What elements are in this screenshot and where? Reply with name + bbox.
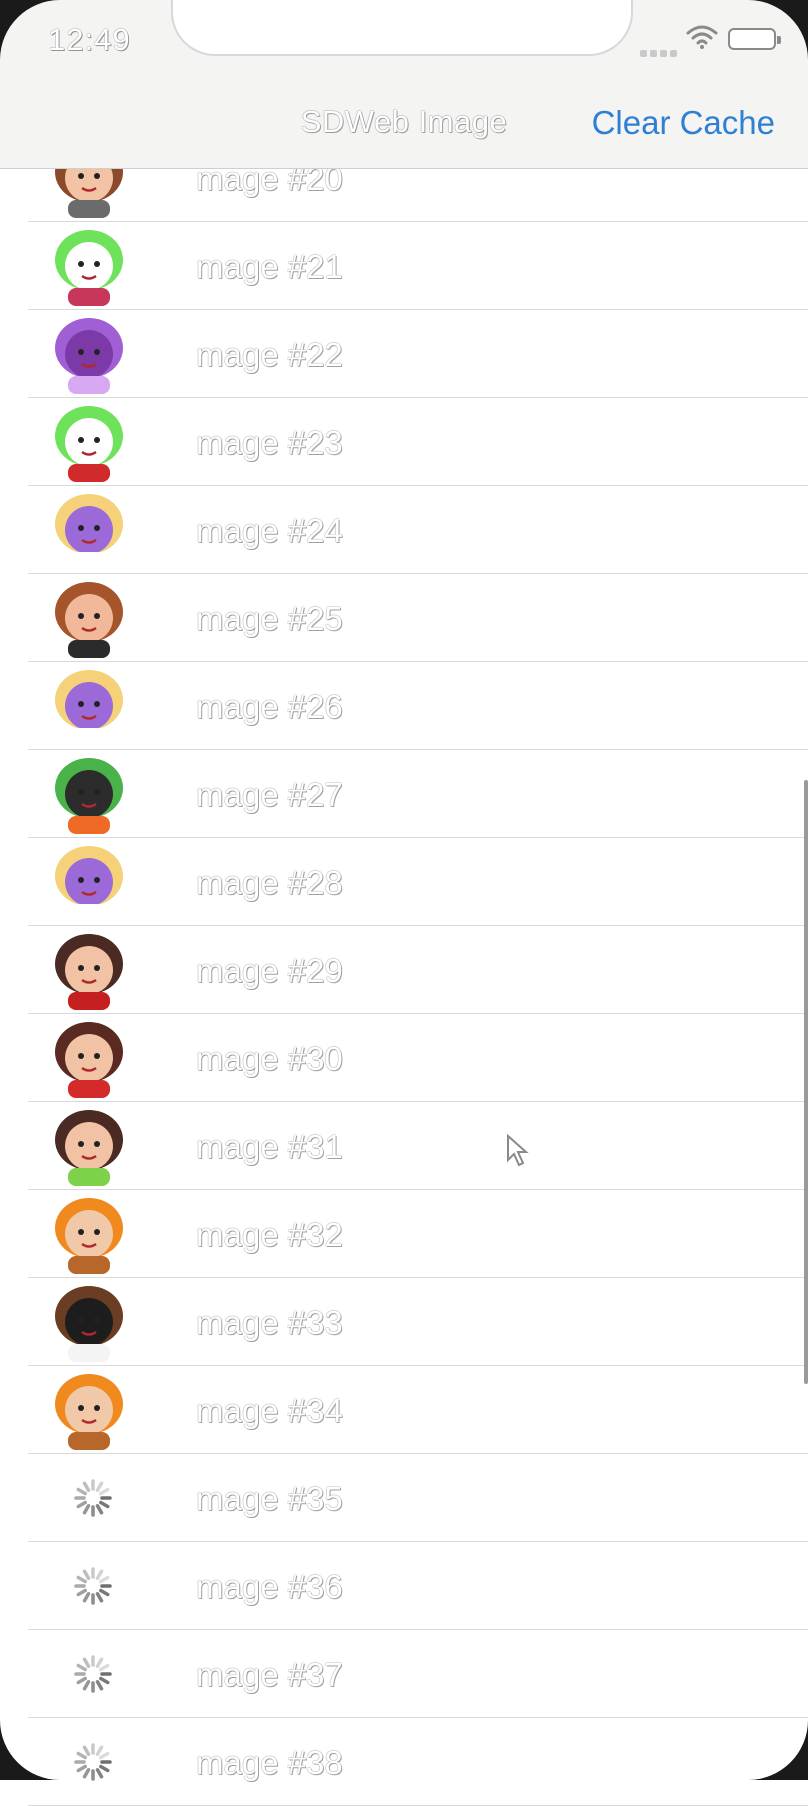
table-row[interactable]: mage #32	[28, 1190, 808, 1278]
table-row[interactable]: mage #27	[28, 750, 808, 838]
row-label: mage #22	[196, 336, 343, 373]
status-bar: 12:49	[0, 0, 808, 90]
frame-corner-top-right	[748, 0, 808, 60]
row-label: mage #28	[196, 864, 343, 901]
row-label: mage #31	[196, 1128, 343, 1165]
table-row[interactable]: mage #36	[28, 1542, 808, 1630]
cellular-signal-icon	[640, 44, 680, 62]
table-row[interactable]: mage #30	[28, 1014, 808, 1102]
avatar-horns-icon	[34, 578, 152, 658]
green-car-icon	[34, 754, 152, 834]
loading-spinner-icon	[34, 1634, 152, 1714]
device-notch	[171, 0, 633, 56]
monk-meditating-icon	[34, 1370, 152, 1450]
table-row[interactable]: mage #26	[28, 662, 808, 750]
row-label: mage #30	[196, 1040, 343, 1077]
table-row[interactable]: mage #31	[28, 1102, 808, 1190]
old-lady-icon	[34, 490, 152, 570]
old-lady-flower-icon	[34, 666, 152, 746]
row-label: mage #38	[196, 1744, 343, 1781]
table-row[interactable]: mage #25	[28, 574, 808, 662]
row-label: mage #24	[196, 512, 343, 549]
mouse-cursor-icon	[506, 1133, 532, 1173]
old-lady-sitting-icon	[34, 842, 152, 922]
woman-glasses-icon	[34, 1282, 152, 1362]
table-row[interactable]: mage #24	[28, 486, 808, 574]
wifi-icon	[686, 24, 718, 55]
table-row[interactable]: mage #33	[28, 1278, 808, 1366]
frame-corner-bottom-right	[748, 1720, 808, 1780]
table-row[interactable]: mage #28	[28, 838, 808, 926]
avatar-green-hair-icon	[34, 226, 152, 306]
woman-bandana-icon	[34, 1018, 152, 1098]
scroll-indicator[interactable]	[804, 780, 808, 1384]
status-time: 12:49	[48, 22, 131, 57]
row-label: mage #36	[196, 1568, 343, 1605]
row-label: mage #37	[196, 1656, 343, 1693]
row-label: mage #32	[196, 1216, 343, 1253]
table-row[interactable]: mage #21	[28, 222, 808, 310]
table-row[interactable]: mage #38	[28, 1718, 808, 1806]
row-label: mage #35	[196, 1480, 343, 1517]
row-label: mage #33	[196, 1304, 343, 1341]
row-label: mage #29	[196, 952, 343, 989]
table-row[interactable]: mage #22	[28, 310, 808, 398]
row-label: mage #27	[196, 776, 343, 813]
clown-face-icon	[34, 402, 152, 482]
frame-corner-top-left	[0, 0, 60, 60]
clear-cache-button[interactable]: Clear Cache	[592, 104, 775, 142]
monk-icon	[34, 1194, 152, 1274]
row-label: mage #23	[196, 424, 343, 461]
row-label: mage #21	[196, 248, 343, 285]
image-table[interactable]: mage #20 mage #21 mage #22 mage #23 mage #24…	[0, 134, 808, 1806]
row-label: mage #34	[196, 1392, 343, 1429]
table-row[interactable]: mage #37	[28, 1630, 808, 1718]
row-label: mage #25	[196, 600, 343, 637]
purple-cat-icon	[34, 314, 152, 394]
row-label: mage #26	[196, 688, 343, 725]
woman-rainbow-icon	[34, 1106, 152, 1186]
table-row[interactable]: mage #34	[28, 1366, 808, 1454]
table-row[interactable]: mage #29	[28, 926, 808, 1014]
loading-spinner-icon	[34, 1458, 152, 1538]
woman-snowball-icon	[34, 930, 152, 1010]
table-row[interactable]: mage #23	[28, 398, 808, 486]
table-row[interactable]: mage #35	[28, 1454, 808, 1542]
frame-corner-bottom-left	[0, 1720, 60, 1780]
loading-spinner-icon	[34, 1546, 152, 1626]
